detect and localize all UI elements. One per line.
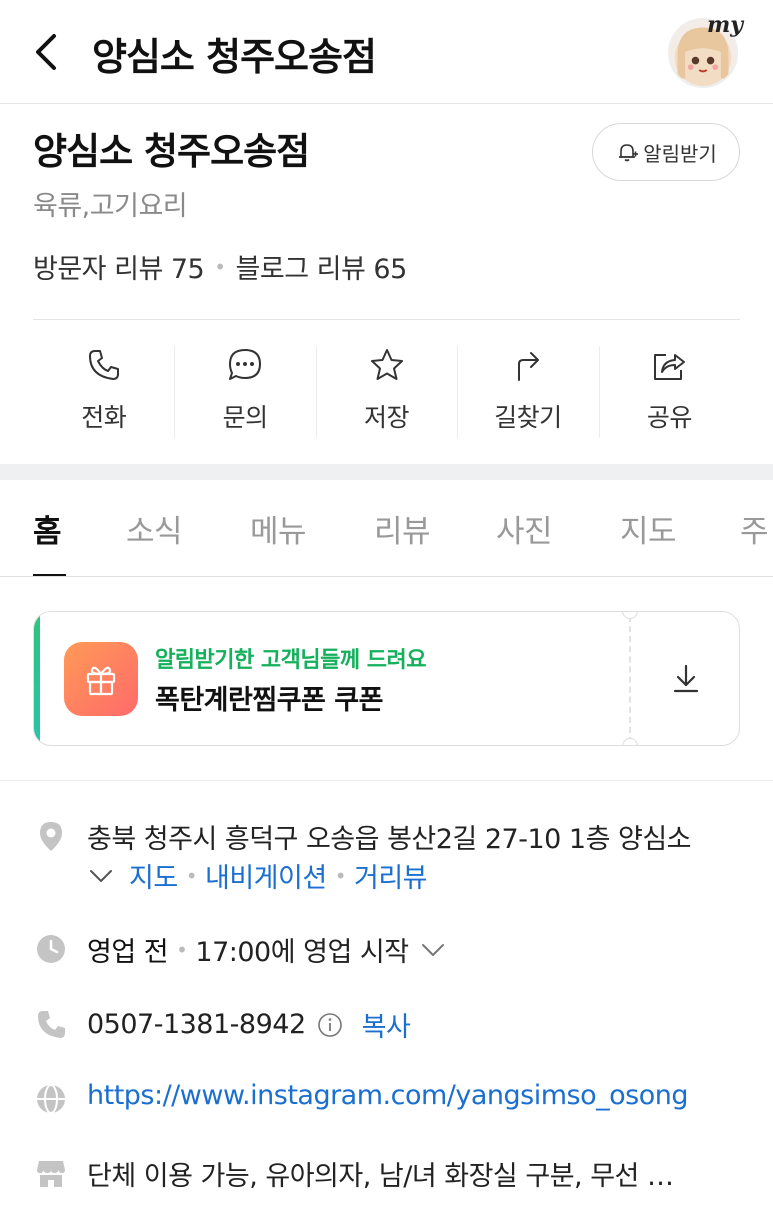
review-summary: 방문자 리뷰 75 • 블로그 리뷰 65 xyxy=(33,247,407,286)
chevron-down-icon[interactable] xyxy=(87,862,115,890)
coupon-icon-tile xyxy=(64,642,138,716)
top-app-bar: 양심소 청주오송점 my xyxy=(0,0,773,104)
tab-news[interactable]: 소식 xyxy=(126,506,183,551)
tab-bar: 홈 소식 메뉴 리뷰 사진 지도 주 xyxy=(0,480,773,577)
info-circle-icon[interactable] xyxy=(316,1011,344,1039)
website-link[interactable]: https://www.instagram.com/yangsimso_oson… xyxy=(87,1080,688,1111)
chevron-down-icon xyxy=(421,943,444,956)
street-view-link[interactable]: 거리뷰 xyxy=(354,856,428,895)
separator-dot: • xyxy=(214,254,226,279)
location-pin-icon xyxy=(35,820,67,852)
star-icon xyxy=(370,349,403,380)
separator-dot: • xyxy=(176,937,188,962)
copy-phone-button[interactable]: 복사 xyxy=(362,1005,411,1044)
place-category: 육류,고기요리 xyxy=(33,191,188,222)
directions-button[interactable]: 길찾기 xyxy=(457,340,598,442)
coupon-notch xyxy=(622,738,638,745)
bell-plus-icon xyxy=(619,144,639,162)
active-tab-indicator xyxy=(33,574,66,576)
save-button[interactable]: 저장 xyxy=(315,340,457,442)
divider xyxy=(33,319,740,320)
coupon-download-button[interactable] xyxy=(664,657,708,701)
coupon-notch xyxy=(622,612,638,619)
share-label: 공유 xyxy=(646,403,693,432)
coupon-subtitle: 알림받기한 고객님들께 드려요 xyxy=(155,648,426,673)
tab-more[interactable]: 주 xyxy=(740,506,769,551)
coupon-dashed-separator xyxy=(629,616,631,743)
call-button[interactable]: 전화 xyxy=(33,340,174,442)
notify-button-label: 알림받기 xyxy=(643,141,717,166)
tab-photos[interactable]: 사진 xyxy=(496,506,553,551)
clock-icon xyxy=(35,933,67,965)
save-label: 저장 xyxy=(364,403,410,432)
coupon-accent-bar xyxy=(34,612,40,745)
tab-map[interactable]: 지도 xyxy=(620,506,677,551)
page-title: 양심소 청주오송점 xyxy=(92,35,377,79)
store-icon xyxy=(35,1157,67,1189)
notify-button[interactable]: 알림받기 xyxy=(592,123,740,181)
amenities-text[interactable]: 단체 이용 가능, 유아의자, 남/녀 화장실 구분, 무선 … xyxy=(87,1154,674,1193)
business-hours[interactable]: 영업 전 • 17:00에 영업 시작 xyxy=(87,930,447,969)
divider xyxy=(0,780,773,781)
place-name: 양심소 청주오송점 xyxy=(33,130,310,173)
address-actions: 지도 • 내비게이션 • 거리뷰 xyxy=(87,856,428,895)
phone-number[interactable]: 0507-1381-8942 xyxy=(87,1009,306,1040)
tab-menu[interactable]: 메뉴 xyxy=(250,506,307,551)
share-button[interactable]: 공유 xyxy=(598,340,740,442)
coupon-title: 폭탄계란찜쿠폰 쿠폰 xyxy=(155,685,383,716)
action-bar: 전화 문의 저장 길찾기 공유 xyxy=(33,340,740,442)
separator-dot: • xyxy=(185,863,198,888)
navigation-link[interactable]: 내비게이션 xyxy=(205,856,327,895)
hours-status: 영업 전 xyxy=(87,937,169,968)
phone-icon xyxy=(35,1008,67,1040)
directions-icon xyxy=(517,352,539,381)
phone-row: 0507-1381-8942 복사 xyxy=(87,1005,411,1044)
avatar-badge: my xyxy=(707,12,744,38)
gift-icon xyxy=(86,666,116,696)
visitor-review-link[interactable]: 방문자 리뷰 75 xyxy=(33,247,205,286)
separator-dot: • xyxy=(334,863,347,888)
tab-home[interactable]: 홈 xyxy=(33,506,62,551)
coupon-card[interactable]: 알림받기한 고객님들께 드려요 폭탄계란찜쿠폰 쿠폰 xyxy=(33,611,740,746)
call-label: 전화 xyxy=(81,403,127,432)
section-divider xyxy=(0,464,773,480)
inquiry-label: 문의 xyxy=(222,403,269,432)
phone-icon xyxy=(88,350,119,380)
back-button[interactable] xyxy=(28,26,68,78)
globe-icon xyxy=(35,1083,67,1115)
hours-detail: 17:00에 영업 시작 xyxy=(195,937,409,968)
chevron-left-icon xyxy=(36,34,56,70)
directions-label: 길찾기 xyxy=(494,403,562,432)
chat-icon xyxy=(229,349,262,380)
download-icon xyxy=(673,664,699,693)
inquiry-button[interactable]: 문의 xyxy=(174,340,315,442)
share-icon xyxy=(654,354,686,380)
tab-reviews[interactable]: 리뷰 xyxy=(374,506,431,551)
address-text: 충북 청주시 흥덕구 오송읍 봉산2길 27-10 1층 양심소 xyxy=(87,824,692,855)
map-link[interactable]: 지도 xyxy=(129,856,178,895)
blog-review-link[interactable]: 블로그 리뷰 65 xyxy=(236,247,408,286)
